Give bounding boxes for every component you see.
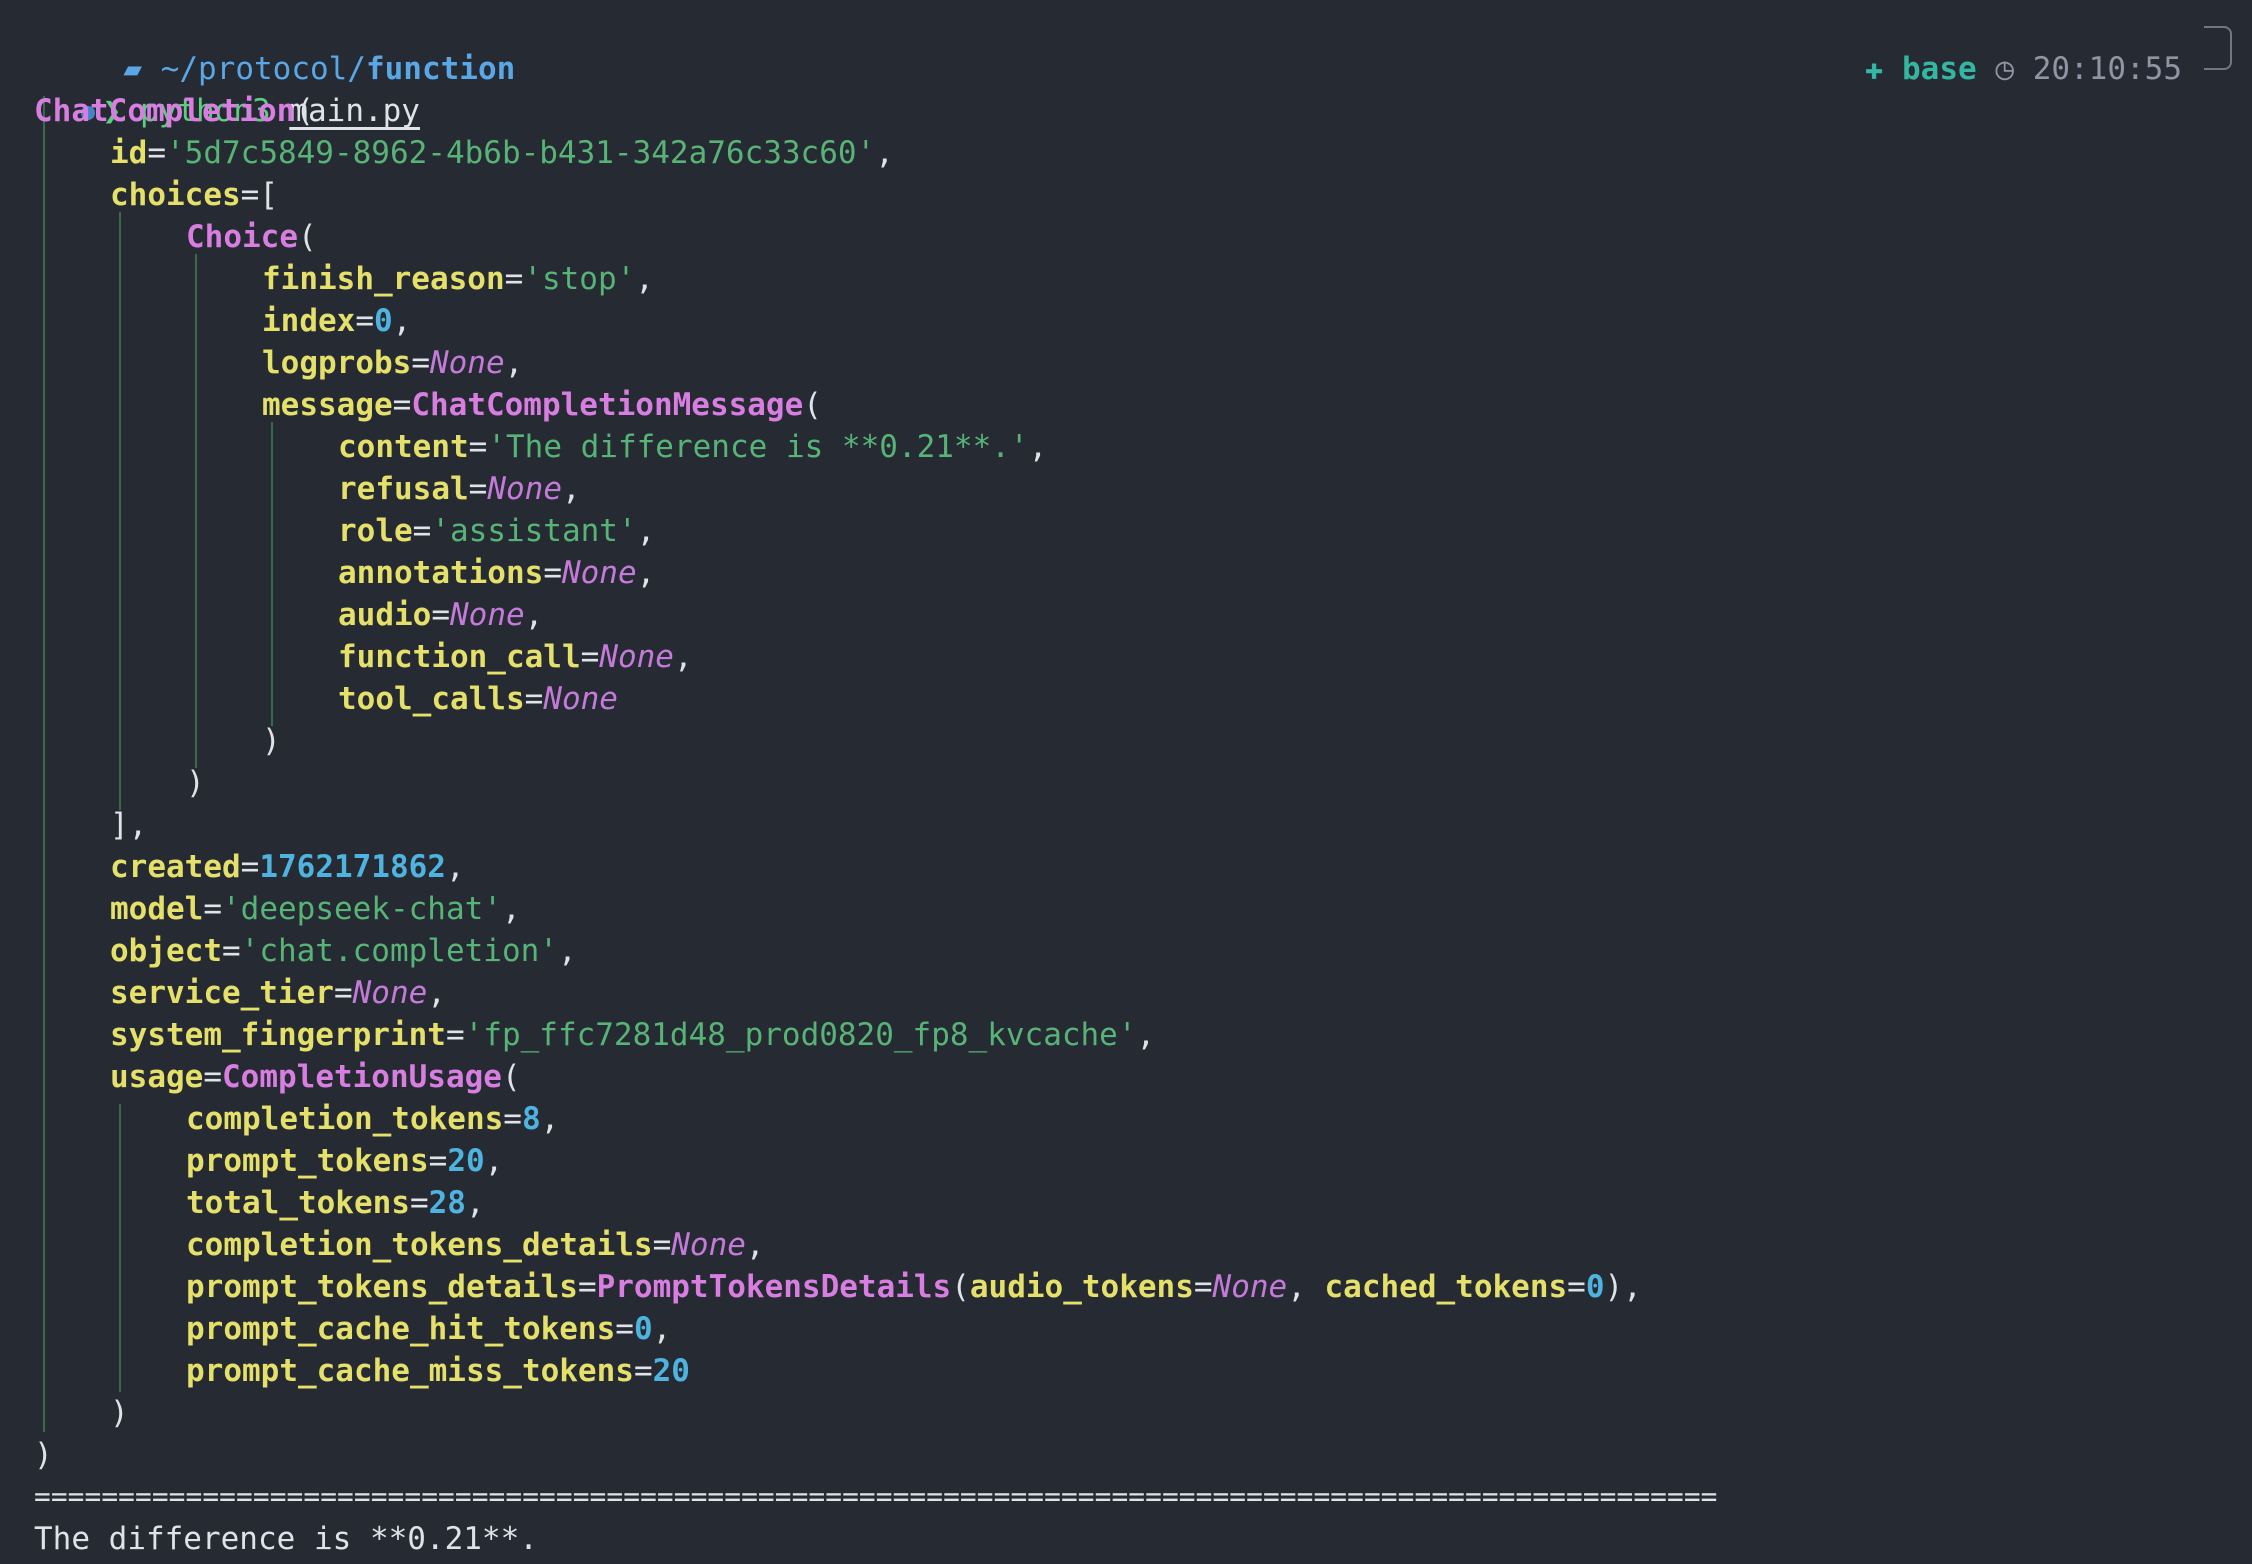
output-line-prompt-cache-hit: prompt_cache_hit_tokens=0, bbox=[186, 1311, 672, 1347]
output-line-root: ChatCompletion( bbox=[34, 93, 314, 129]
output-line-tool-calls: tool_calls=None bbox=[338, 681, 618, 717]
output-line-id: id='5d7c5849-8962-4b6b-b431-342a76c33c60… bbox=[110, 135, 894, 171]
command-line[interactable]: ❯ python3 main.py bbox=[6, 48, 420, 129]
output-line-system-fingerprint: system_fingerprint='fp_ffc7281d48_prod08… bbox=[110, 1017, 1156, 1053]
indent-guide-level1 bbox=[43, 96, 45, 1432]
terminal-window[interactable]: ▰ ~/protocol/function ✚ base ◷ 20:10:55 … bbox=[0, 0, 2252, 1564]
output-line-created: created=1762171862, bbox=[110, 849, 465, 885]
output-line-total-tokens: total_tokens=28, bbox=[186, 1185, 485, 1221]
output-line-completion-tokens: completion_tokens=8, bbox=[186, 1101, 560, 1137]
clock-icon: ◷ bbox=[1995, 51, 2015, 87]
output-line-audio: audio=None, bbox=[338, 597, 544, 633]
output-line-message-close: ) bbox=[262, 723, 281, 759]
prompt-right-status: ✚ base ◷ 20:10:55 bbox=[1790, 6, 2182, 87]
output-line-root-close: ) bbox=[34, 1437, 53, 1473]
output-line-object: object='chat.completion', bbox=[110, 933, 577, 969]
output-line-model: model='deepseek-chat', bbox=[110, 891, 521, 927]
output-line-choice-close: ) bbox=[186, 765, 205, 801]
output-line-choices: choices=[ bbox=[110, 177, 278, 213]
indent-guide-level4-message bbox=[271, 422, 273, 726]
prompt-header: ▰ ~/protocol/function bbox=[30, 6, 515, 87]
output-line-prompt-tokens-details: prompt_tokens_details=PromptTokensDetail… bbox=[186, 1269, 1642, 1305]
output-line-choice: Choice( bbox=[186, 219, 317, 255]
output-line-prompt-tokens: prompt_tokens=20, bbox=[186, 1143, 504, 1179]
output-final-text: The difference is **0.21**. bbox=[34, 1521, 538, 1557]
output-line-completion-tokens-details: completion_tokens_details=None, bbox=[186, 1227, 765, 1263]
output-line-index: index=0, bbox=[262, 303, 412, 339]
conda-env-icon: ✚ bbox=[1864, 51, 1884, 87]
indent-guide-level2-usage bbox=[119, 1104, 121, 1392]
output-line-logprobs: logprobs=None, bbox=[262, 345, 524, 381]
output-line-prompt-cache-miss: prompt_cache_miss_tokens=20 bbox=[186, 1353, 690, 1389]
output-line-refusal: refusal=None, bbox=[338, 471, 581, 507]
scroll-corner-indicator bbox=[2204, 26, 2232, 70]
env-name: base bbox=[1902, 51, 1977, 87]
output-separator: ========================================… bbox=[34, 1480, 1718, 1513]
output-line-content: content='The difference is **0.21**.', bbox=[338, 429, 1048, 465]
clock-time: 20:10:55 bbox=[2032, 51, 2182, 87]
output-line-role: role='assistant', bbox=[338, 513, 656, 549]
indent-guide-level3-choice bbox=[195, 254, 197, 768]
output-line-function-call: function_call=None, bbox=[338, 639, 693, 675]
output-line-usage-close: ) bbox=[110, 1395, 129, 1431]
output-line-annotations: annotations=None, bbox=[338, 555, 656, 591]
indent-guide-level2-choices bbox=[119, 212, 121, 810]
output-line-message: message=ChatCompletionMessage( bbox=[262, 387, 822, 423]
output-line-choices-close: ], bbox=[110, 807, 148, 843]
output-line-usage: usage=CompletionUsage( bbox=[110, 1059, 521, 1095]
output-line-finish-reason: finish_reason='stop', bbox=[262, 261, 654, 297]
output-line-service-tier: service_tier=None, bbox=[110, 975, 446, 1011]
